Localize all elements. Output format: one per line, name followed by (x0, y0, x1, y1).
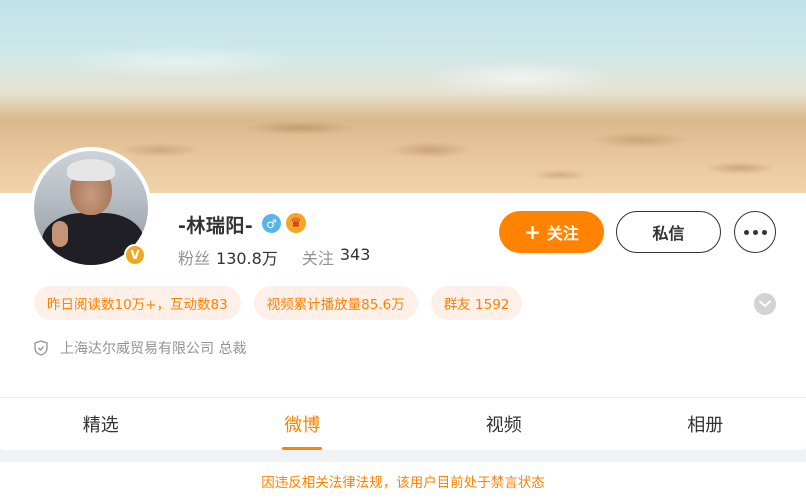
followers-label[interactable]: 粉丝 (178, 245, 210, 269)
follow-button[interactable]: + 关注 (499, 211, 604, 253)
verified-badge-icon: V (124, 244, 146, 266)
crown-icon[interactable]: ♛ (286, 213, 306, 233)
more-button[interactable] (734, 211, 776, 253)
profile-tags: 昨日阅读数10万+，互动数83 视频累计播放量85.6万 群友 1592 (34, 286, 523, 320)
male-icon: ♂ (262, 214, 281, 233)
message-button[interactable]: 私信 (616, 211, 721, 253)
plus-icon: + (524, 220, 541, 244)
tab-weibo[interactable]: 微博 (202, 398, 404, 450)
following-label[interactable]: 关注 (302, 245, 334, 269)
tag-group-fans[interactable]: 群友 1592 (430, 286, 523, 320)
more-dots-icon (743, 229, 767, 235)
expand-button[interactable] (754, 293, 776, 315)
company-info: 上海达尔威贸易有限公司 总裁 (34, 338, 246, 358)
tag-video-stats[interactable]: 视频累计播放量85.6万 (253, 286, 418, 320)
following-count[interactable]: 343 (340, 245, 371, 269)
tag-read-stats[interactable]: 昨日阅读数10万+，互动数83 (34, 286, 241, 320)
shield-icon (34, 340, 48, 356)
follow-button-label: 关注 (546, 224, 579, 243)
tab-featured[interactable]: 精选 (0, 398, 202, 450)
profile-name: -林瑞阳- (178, 215, 254, 237)
company-text: 上海达尔威贸易有限公司 总裁 (60, 341, 247, 357)
muted-notice: 因违反相关法律法规，该用户目前处于禁言状态 (0, 462, 806, 500)
chevron-down-icon (759, 300, 771, 307)
tab-video[interactable]: 视频 (403, 398, 605, 450)
followers-count[interactable]: 130.8万 (216, 245, 278, 269)
profile-tabs: 精选 微博 视频 相册 (0, 398, 806, 450)
profile-stats: 粉丝 130.8万 关注 343 (178, 245, 388, 269)
tab-album[interactable]: 相册 (605, 398, 806, 450)
